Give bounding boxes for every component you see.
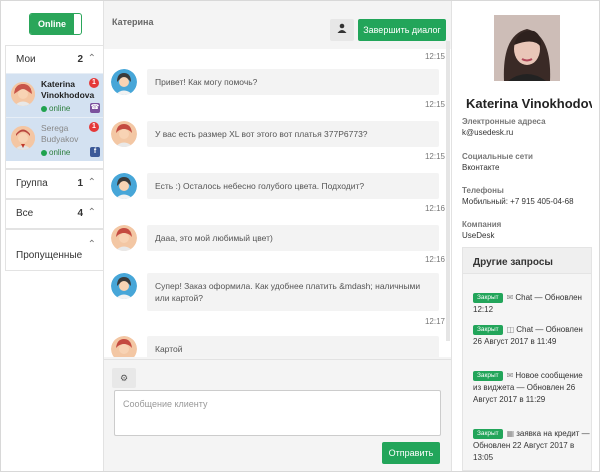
gear-icon: ⚙ [119,373,129,383]
message-time: 12:15 [424,100,445,109]
user-icon [337,23,347,33]
contact-status: online [41,148,70,157]
status-toggle-wrap: Online [1,1,103,41]
end-dialog-button[interactable]: Завершить диалог [358,19,446,41]
contact-status: online [41,104,70,113]
client-avatar [111,121,137,147]
chat-header: Катерина Завершить диалог [104,1,451,42]
group-count: 4 [77,208,83,219]
message-list[interactable]: 12:15 Привет! Как могу помочь? 12:15 У в… [104,49,451,357]
email-label: Электронные адреса [462,117,546,126]
company-label: Компания [462,220,502,229]
phone-value[interactable]: Мобильный: +7 915 405-04-68 [462,197,574,206]
unread-badge: 1 [89,122,99,132]
online-toggle[interactable]: Online [29,13,82,35]
contact-name: Serega Budyakov [41,123,79,144]
message-bubble: Супер! Заказ оформила. Как удобнее плати… [147,273,439,311]
message-time: 12:17 [424,317,445,326]
group-missed[interactable]: Пропущенные ⌃ [5,229,104,271]
profile-photo [494,15,560,81]
request-item[interactable]: Закрыт ✉ Новое сообщение из виджета — Обно… [473,370,591,406]
group-title: Пропущенные [16,250,83,261]
group-team[interactable]: Группа 1 ⌃ [5,169,104,199]
social-label: Социальные сети [462,152,533,161]
status-badge: Закрыт [473,370,503,381]
group-count: 2 [77,54,83,65]
sidebar: Online Мои 2 ⌃ Katerina Vinokhodova onli… [1,1,104,471]
user-profile-button[interactable] [330,19,354,41]
message-scrollbar[interactable] [446,41,450,341]
message-time: 12:15 [424,52,445,61]
chat-bubbles-icon: ◫ [506,325,515,334]
group-title: Мои [16,54,36,65]
profile-panel: Katerina Vinokhodova Электронные адреса … [451,1,599,471]
client-avatar [111,336,137,357]
contact-item[interactable]: Serega Budyakov online 1 f [6,117,103,161]
group-mine: Мои 2 ⌃ Katerina Vinokhodova online 1 ☎ … [5,45,104,169]
other-requests: Другие запросы Закрыт ✉ Chat — Обновлен 12… [462,247,592,471]
chevron-up-icon: ⌃ [87,239,96,250]
unread-badge: 1 [89,78,99,88]
avatar [11,82,35,106]
client-avatar [111,225,137,251]
chevron-up-icon: ⌃ [87,207,96,218]
message-bubble: Есть :) Осталось небесно голубого цвета.… [147,173,439,199]
message-bubble: У вас есть размер XL вот этого вот плать… [147,121,439,147]
message-bubble: Привет! Как могу помочь? [147,69,439,95]
avatar [11,126,35,150]
phone-label: Телефоны [462,186,504,195]
other-requests-header: Другие запросы [463,248,591,274]
agent-avatar [111,69,137,95]
request-item[interactable]: Закрыт ▦ заявка на кредит — Обновлен 22 Ав… [473,428,591,464]
composer: ⚙ Отправить [104,359,451,471]
agent-avatar [111,173,137,199]
group-title: Группа [16,178,48,189]
message-bubble: Дааа, это мой любимый цвет) [147,225,439,251]
other-requests-title: Другие запросы [473,257,553,268]
chat-icon: ✉ [506,293,514,302]
reply-input[interactable] [114,390,441,436]
request-item[interactable]: Закрыт ✉ Chat — Обновлен 12:12 [473,292,591,316]
viber-icon: ☎ [90,103,100,113]
email-value[interactable]: k@usedesk.ru [462,128,513,137]
message-time: 12:16 [424,255,445,264]
status-badge: Закрыт [473,324,503,335]
message-time: 12:15 [424,152,445,161]
chat-contact-name: Катерина [112,17,154,27]
online-dot-icon [41,105,47,112]
request-item[interactable]: Закрыт ◫ Chat — Обновлен 26 Август 2017 в … [473,324,591,348]
online-dot-icon [41,149,47,156]
status-badge: Закрыт [473,292,503,303]
status-badge: Закрыт [473,428,503,439]
company-value: UseDesk [462,231,495,240]
settings-button[interactable]: ⚙ [112,368,136,388]
chat-panel: Катерина Завершить диалог 12:15 Привет! … [104,1,451,471]
group-all-header: Все 4 ⌃ [6,200,103,227]
group-missed-header: Пропущенные ⌃ [6,230,103,261]
chevron-up-icon: ⌃ [87,177,96,188]
form-icon: ▦ [506,429,515,438]
message-bubble: Картой [147,336,439,357]
agent-avatar [111,273,137,299]
social-value[interactable]: Вконтакте [462,163,499,172]
widget-icon: ✉ [506,371,514,380]
contact-item[interactable]: Katerina Vinokhodova online 1 ☎ [6,73,103,117]
send-button[interactable]: Отправить [382,442,440,464]
online-toggle-label: Online [30,14,74,34]
group-title: Все [16,208,34,219]
group-mine-header[interactable]: Мои 2 ⌃ [6,46,103,73]
group-count: 1 [77,178,83,189]
contact-name: Katerina Vinokhodova [41,79,95,100]
profile-name: Katerina Vinokhodova [466,96,592,111]
group-team-header: Группа 1 ⌃ [6,170,103,197]
chevron-up-icon: ⌃ [87,53,96,64]
message-time: 12:16 [424,204,445,213]
group-all[interactable]: Все 4 ⌃ [5,199,104,229]
facebook-icon: f [90,147,100,157]
